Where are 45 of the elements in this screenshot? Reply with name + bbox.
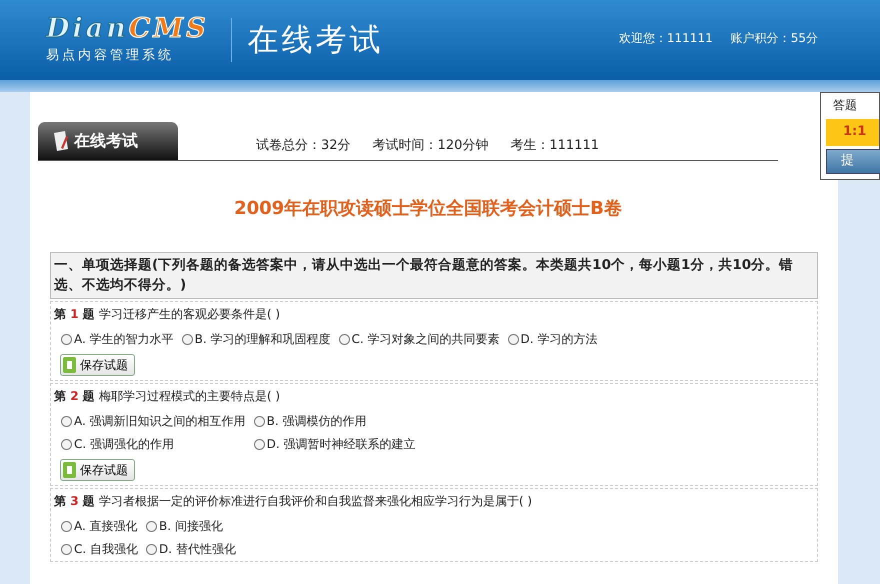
radio-button[interactable] [182,334,193,344]
total-score: 试卷总分：32分 [256,136,351,154]
radio-button[interactable] [508,334,519,344]
radio-button[interactable] [146,544,158,554]
paper-icon [52,130,70,152]
answer-option[interactable]: C. 自我强化 [61,540,138,558]
exam-tab[interactable]: 在线考试 [38,122,178,160]
radio-button[interactable] [61,416,72,426]
panel-title: 答题 [832,97,858,114]
answer-option[interactable]: A. 学生的智力水平 [61,330,174,348]
question-text: 第 2 题 梅耶学习过程模式的主要特点是( ) [54,388,282,405]
radio-button[interactable] [254,438,265,450]
radio-button[interactable] [61,438,72,450]
save-button[interactable]: 保存试题 [60,354,135,376]
answer-option[interactable]: B. 强调模仿的作用 [254,412,416,430]
welcome-text: 欢迎您：111111 [618,30,713,47]
question-text: 第 1 题 学习迁移产生的客观必要条件是( ) [54,306,282,323]
candidate-name: 考生：111111 [510,136,600,154]
radio-button[interactable] [61,520,72,532]
section-heading: 一、单项选择题(下列各题的备选答案中，请从中选出一个最符合题意的答案。本类题共10个，每小题1分，共10分。错选、不选均不得分。) [50,252,818,299]
answer-option[interactable]: B. 间接强化 [146,517,236,535]
answer-option[interactable]: C. 学习对象之间的共同要素 [338,330,500,348]
points-text: 账户积分：55分 [730,30,818,47]
answer-option[interactable]: D. 学习的方法 [508,330,598,348]
radio-button[interactable] [146,520,158,532]
document-icon [63,462,76,478]
answer-option[interactable]: B. 学习的理解和巩固程度 [182,330,331,348]
answer-option[interactable]: D. 替代性强化 [146,540,236,558]
radio-button[interactable] [338,334,350,344]
radio-button[interactable] [254,416,265,426]
page-title: 在线考试 [248,20,384,60]
exam-title: 2009年在职攻读硕士学位全国联考会计硕士B卷 [233,197,623,221]
answer-option[interactable]: A. 强调新旧知识之间的相互作用 [61,412,246,430]
document-icon [63,357,76,373]
answer-option[interactable]: C. 强调强化的作用 [61,435,246,453]
logo-subtitle: 易点内容管理系统 [46,46,175,65]
question-text: 第 3 题 学习者根据一定的评价标准进行自我评价和自我监督来强化相应学习行为是属于( ) [54,493,534,510]
logo[interactable]: Dian CMS [46,14,209,42]
radio-button[interactable] [61,334,72,344]
exam-time: 考试时间：120分钟 [372,136,488,154]
answer-option[interactable]: A. 直接强化 [61,517,138,535]
save-button[interactable]: 保存试题 [60,459,135,481]
radio-button[interactable] [61,544,72,554]
answer-option[interactable]: D. 强调暂时神经联系的建立 [254,435,416,453]
timer-text: 1:1 [826,119,879,146]
